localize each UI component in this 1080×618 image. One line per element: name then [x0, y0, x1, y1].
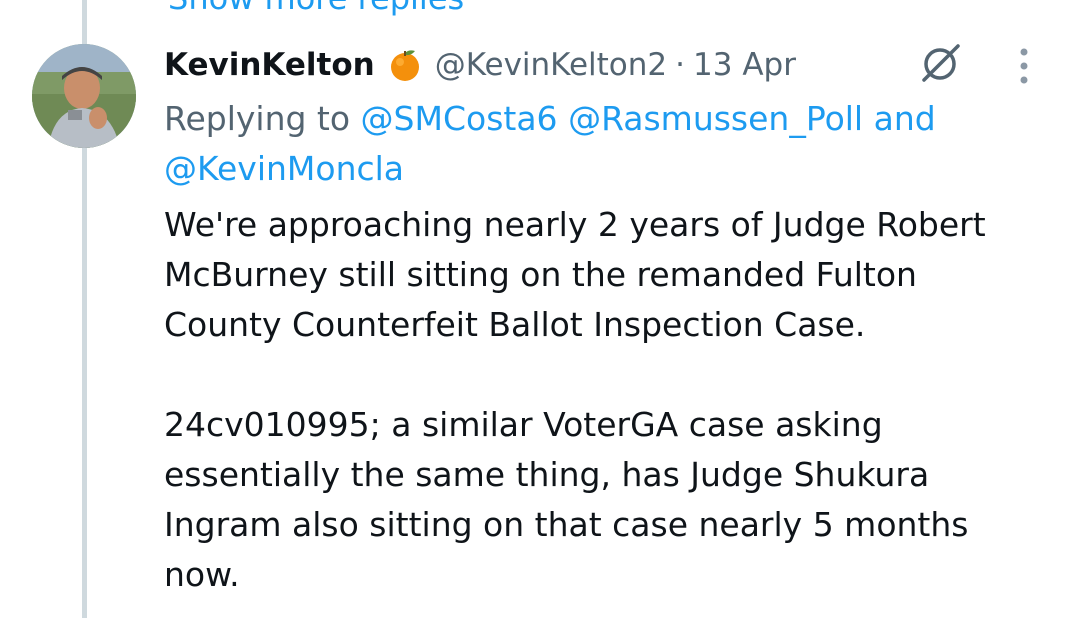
avatar-photo [32, 44, 136, 148]
display-name[interactable]: KevinKelton [164, 47, 375, 83]
mention-link[interactable]: @KevinMoncla [164, 149, 404, 188]
avatar[interactable] [32, 44, 136, 148]
replying-to-line: Replying to @SMCosta6 @Rasmussen_Poll an… [164, 94, 1044, 194]
tweet-paragraph: 24cv010995; a similar VoterGA case askin… [164, 405, 969, 594]
tweet-text: We're approaching nearly 2 years of Judg… [164, 200, 1044, 600]
grok-icon[interactable] [916, 40, 964, 88]
orange-fruit-icon [390, 50, 419, 81]
replying-and-text: and [873, 99, 936, 138]
tweet-header: KevinKelton @KevinKelton2 · 13 Apr [164, 40, 796, 90]
more-vertical-icon[interactable] [1012, 46, 1036, 86]
replying-to-label: Replying to [164, 99, 351, 138]
mention-link[interactable]: @Rasmussen_Poll [568, 99, 863, 138]
separator-dot: · [675, 47, 686, 83]
tweet-paragraph: We're approaching nearly 2 years of Judg… [164, 205, 986, 344]
user-handle[interactable]: @KevinKelton2 [435, 47, 667, 83]
mention-link[interactable]: @SMCosta6 [361, 99, 558, 138]
show-more-replies-link[interactable]: Show more replies [168, 0, 464, 18]
timestamp[interactable]: 13 Apr [693, 47, 796, 83]
